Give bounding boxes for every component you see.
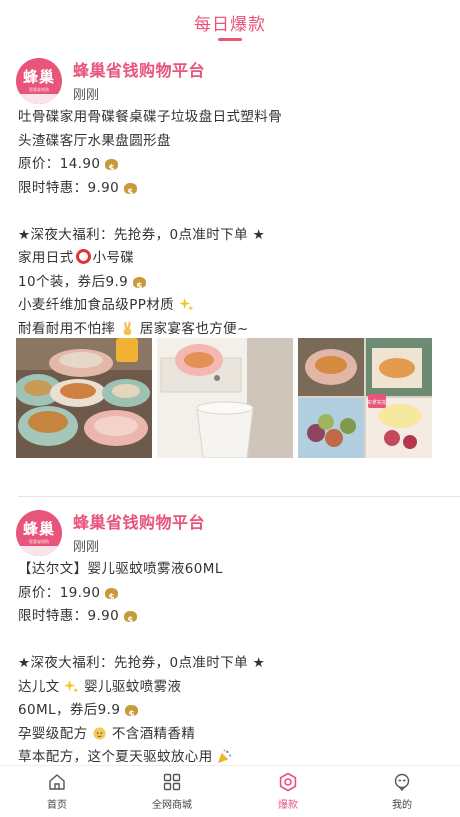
- special-price-row: 限时特惠：9.90: [18, 605, 438, 634]
- home-icon: [49, 774, 65, 790]
- promo-text: ★深夜大福利：先抢券，0点准时下单 ★: [18, 226, 266, 243]
- tab-all-mall[interactable]: 全网商城: [126, 766, 218, 817]
- money-bag-icon: [123, 179, 138, 205]
- money-bag-icon: [124, 701, 139, 728]
- tab-hot[interactable]: 爆款: [242, 766, 334, 817]
- desc-text: 婴儿驱蚊喷雾液: [84, 678, 182, 695]
- party-popper-icon: [218, 749, 232, 764]
- tab-label: 首页: [47, 800, 67, 811]
- red-circle-icon: [75, 249, 91, 264]
- logo-subtext: 智惠省钱购: [29, 539, 49, 544]
- original-price-row: 原价：14.90: [18, 153, 438, 182]
- original-price-row: 原价：19.90: [18, 582, 438, 610]
- original-price: 原价：14.90: [18, 156, 101, 172]
- desc-text: 达儿文: [18, 678, 60, 695]
- sparkles-icon: [64, 679, 79, 693]
- page-title: 每日爆款: [194, 15, 266, 35]
- logo-band: [16, 94, 62, 104]
- tab-label: 全网商城: [152, 800, 192, 811]
- product-photo[interactable]: 实拿实拍: [298, 338, 432, 458]
- logo-text: 蜂巢: [22, 68, 55, 86]
- post-content[interactable]: 吐骨碟家用骨碟餐桌碟子垃圾盘日式塑料骨 头渣碟客厅水果盘圆形盘 原价：14.90…: [18, 106, 438, 341]
- desc-text: 小号碟: [92, 250, 135, 266]
- feed-post[interactable]: 蜂巢 智惠省钱购 蜂巢省钱购物平台 刚刚 吐骨碟家用骨碟餐桌碟子垃圾盘日式塑料骨…: [0, 44, 460, 497]
- post-content[interactable]: 【达尔文】婴儿驱蚊喷雾液60ML 原价：19.90 限时特惠：9.90 ★深夜大…: [18, 558, 438, 765]
- feed-post[interactable]: 蜂巢 智惠省钱购 蜂巢省钱购物平台 刚刚 【达尔文】婴儿驱蚊喷雾液60ML 原价…: [0, 496, 460, 765]
- post-title-line: 【达尔文】婴儿驱蚊喷雾液60ML: [18, 561, 223, 577]
- bottom-tab-bar: 首页 全网商城 爆款 我的: [0, 765, 460, 817]
- post-title-line: 吐骨碟家用骨碟餐桌碟子垃圾盘日式塑料骨: [18, 109, 283, 125]
- shop-name[interactable]: 蜂巢省钱购物平台: [73, 57, 205, 81]
- profile-icon: [394, 773, 410, 792]
- photo-badge: 实拿实拍: [367, 399, 387, 406]
- desc-text: 草本配方，这个夏天驱蚊放心用: [18, 749, 213, 765]
- desc-row: 孕婴级配方 不含酒精香精: [18, 723, 438, 747]
- desc-row: 家用日式 小号碟: [18, 247, 438, 271]
- desc-text: 不含酒精香精: [111, 725, 196, 742]
- promo-text: ★深夜大福利：先抢券，0点准时下单 ★: [18, 655, 266, 671]
- desc-text: 10个装，券后9.9: [18, 273, 129, 290]
- money-bag-icon: [123, 607, 138, 634]
- money-bag-icon: [104, 584, 119, 610]
- product-photo[interactable]: [16, 338, 152, 458]
- desc-row: 10个装，券后9.9: [18, 271, 438, 299]
- desc-text: 耐看耐用不怕摔: [18, 320, 116, 337]
- desc-text: 家用日式: [18, 250, 74, 266]
- feed[interactable]: 蜂巢 智惠省钱购 蜂巢省钱购物平台 刚刚 吐骨碟家用骨碟餐桌碟子垃圾盘日式塑料骨…: [0, 44, 460, 765]
- tab-profile[interactable]: 我的: [356, 766, 448, 817]
- desc-row: 60ML，券后9.9: [18, 699, 438, 728]
- title-underline: [218, 38, 242, 41]
- post-time: 刚刚: [73, 540, 100, 555]
- desc-text: 60ML，券后9.9: [18, 702, 121, 718]
- shop-avatar[interactable]: 蜂巢 智惠省钱购: [16, 58, 62, 104]
- logo-band: [16, 546, 62, 556]
- desc-text: 小麦纤维加食品级PP材质: [18, 297, 175, 313]
- logo-subtext: 智惠省钱购: [29, 87, 49, 92]
- hot-icon: [279, 772, 297, 792]
- desc-text: 居家宴客也方便~: [139, 320, 249, 337]
- original-price: 原价：19.90: [18, 584, 101, 601]
- desc-row: 达儿文 婴儿驱蚊喷雾液: [18, 676, 438, 700]
- grid-icon: [163, 773, 181, 791]
- tab-label: 爆款: [278, 800, 298, 811]
- logo-text: 蜂巢: [22, 520, 55, 538]
- money-bag-icon: [132, 273, 147, 299]
- special-price: 限时特惠：9.90: [18, 179, 120, 196]
- post-title-line: 头渣碟客厅水果盘圆形盘: [18, 132, 171, 149]
- money-bag-icon: [104, 155, 119, 182]
- product-photo[interactable]: [157, 338, 293, 458]
- top-header: 每日爆款: [0, 0, 460, 44]
- sparkles-icon: [178, 297, 194, 312]
- photo-grid: 实拿实拍: [16, 338, 432, 458]
- shop-avatar[interactable]: 蜂巢 智惠省钱购: [16, 510, 62, 556]
- tab-label: 我的: [392, 800, 412, 811]
- desc-row: 小麦纤维加食品级PP材质: [18, 294, 438, 318]
- victory-hand-icon: [123, 321, 132, 335]
- baby-icon: [93, 726, 106, 740]
- special-price-row: 限时特惠：9.90: [18, 177, 438, 205]
- tab-home[interactable]: 首页: [11, 766, 103, 817]
- special-price: 限时特惠：9.90: [18, 608, 120, 624]
- post-time: 刚刚: [73, 88, 100, 103]
- desc-text: 孕婴级配方: [18, 725, 88, 742]
- desc-row: 草本配方，这个夏天驱蚊放心用: [18, 746, 438, 765]
- shop-name[interactable]: 蜂巢省钱购物平台: [73, 509, 205, 533]
